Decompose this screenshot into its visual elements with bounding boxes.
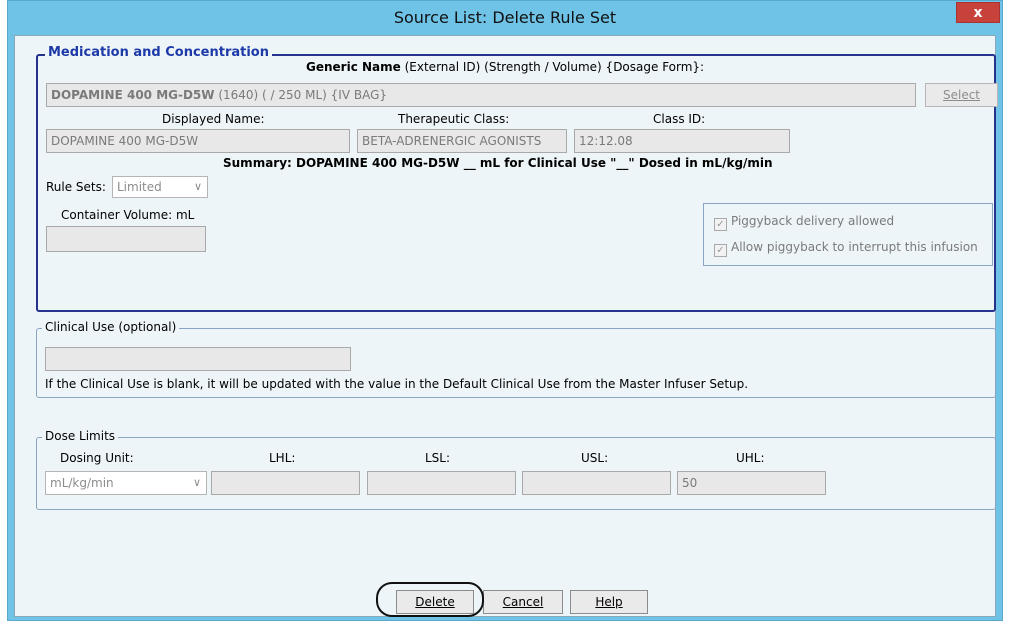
window-title: Source List: Delete Rule Set [393,8,617,27]
cancel-button-label: Cancel [502,595,544,609]
checkmark-icon: ✓ [714,218,727,231]
dose-limits-group: Dose Limits Dosing Unit: LHL: LSL: USL: … [36,429,996,510]
usl-label: USL: [581,451,609,465]
piggyback-interrupt-label: Allow piggyback to interrupt this infusi… [731,240,978,254]
piggyback-allowed-label: Piggyback delivery allowed [731,214,895,228]
clinical-use-legend: Clinical Use (optional) [42,320,180,334]
generic-name-extra: (1640) ( / 250 ML) {IV BAG} [214,88,388,102]
lhl-label: LHL: [269,451,296,465]
generic-name-value: DOPAMINE 400 MG-D5W [51,88,215,102]
container-volume-label: Container Volume: mL [61,208,195,222]
rule-sets-dropdown[interactable]: Limited ∨ [112,176,208,198]
rule-sets-label: Rule Sets: [46,180,106,194]
select-button[interactable]: Select [925,83,998,107]
cancel-button[interactable]: Cancel [483,590,563,614]
class-id-field[interactable]: 12:12.08 [574,129,790,153]
medication-group-legend: Medication and Concentration [45,45,272,60]
lsl-field[interactable] [367,471,516,495]
piggyback-interrupt-checkbox[interactable]: ✓ Allow piggyback to interrupt this infus… [714,240,978,257]
class-id-label: Class ID: [653,112,706,126]
clinical-use-field[interactable] [45,347,351,371]
clinical-use-note: If the Clinical Use is blank, it will be… [45,377,749,391]
displayed-name-label: Displayed Name: [162,112,265,126]
rule-sets-value: Limited [117,180,162,194]
close-button[interactable]: x [956,2,1000,23]
uhl-label: UHL: [736,451,765,465]
usl-field[interactable] [522,471,671,495]
summary-text: Summary: DOPAMINE 400 MG-D5W __ mL for C… [223,156,773,170]
dosing-unit-dropdown[interactable]: mL/kg/min ∨ [45,471,207,495]
dialog-window: Source List: Delete Rule Set x Medicatio… [7,0,1003,621]
lsl-label: LSL: [425,451,451,465]
therapeutic-class-label: Therapeutic Class: [398,112,510,126]
help-button[interactable]: Help [570,590,648,614]
dose-limits-legend: Dose Limits [42,429,119,443]
therapeutic-class-field[interactable]: BETA-ADRENERGIC AGONISTS [357,129,567,153]
generic-name-header: Generic Name (External ID) (Strength / V… [306,60,704,74]
dialog-body: Medication and Concentration Generic Nam… [14,35,998,617]
container-volume-field[interactable] [46,226,206,252]
generic-name-header-rest: (External ID) (Strength / Volume) {Dosag… [404,60,705,74]
dosing-unit-label: Dosing Unit: [60,451,134,465]
displayed-name-field[interactable]: DOPAMINE 400 MG-D5W [46,129,350,153]
piggyback-options-box: ✓ Piggyback delivery allowed ✓ Allow piggy… [703,203,993,266]
piggyback-allowed-checkbox[interactable]: ✓ Piggyback delivery allowed [714,214,894,231]
delete-highlight-ring [376,582,484,617]
select-button-label: Select [942,88,981,102]
help-button-label: Help [595,595,623,609]
dosing-unit-value: mL/kg/min [50,476,114,490]
chevron-down-icon: ∨ [192,476,201,489]
checkmark-icon: ✓ [714,244,727,257]
chevron-down-icon: ∨ [193,180,202,193]
title-bar: Source List: Delete Rule Set [8,1,1002,35]
lhl-field[interactable] [211,471,360,495]
generic-name-field[interactable]: DOPAMINE 400 MG-D5W (1640) ( / 250 ML) {… [46,83,916,107]
uhl-field[interactable]: 50 [677,471,826,495]
medication-concentration-group: Medication and Concentration Generic Nam… [36,45,998,312]
generic-name-header-bold: Generic Name [306,60,401,74]
clinical-use-group: Clinical Use (optional) If the Clinical … [36,320,996,398]
